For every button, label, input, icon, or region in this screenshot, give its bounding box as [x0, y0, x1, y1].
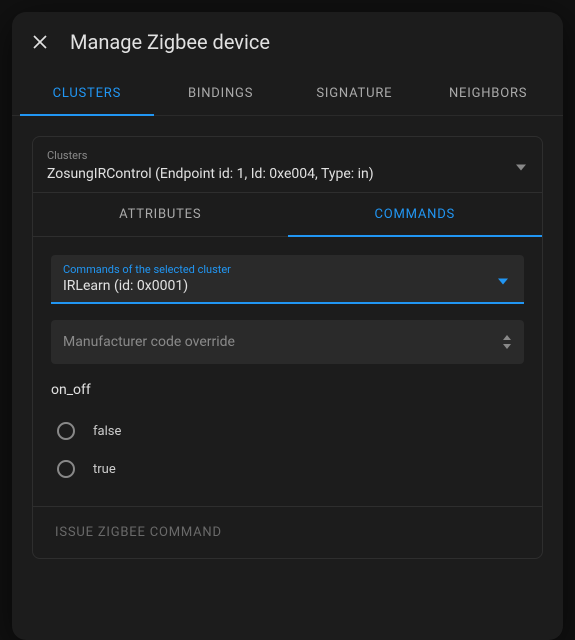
chevron-down-icon [516, 155, 526, 174]
cluster-select-label: Clusters [47, 149, 528, 162]
cluster-select[interactable]: Clusters ZosungIRControl (Endpoint id: 1… [33, 137, 542, 193]
subtab-commands[interactable]: COMMANDS [288, 193, 543, 236]
manage-zigbee-dialog: Manage Zigbee device CLUSTERS BINDINGS S… [12, 12, 563, 640]
chevron-down-icon [498, 269, 508, 288]
cluster-select-value: ZosungIRControl (Endpoint id: 1, Id: 0xe… [47, 166, 528, 182]
radio-icon [57, 460, 75, 478]
close-button[interactable] [28, 30, 52, 54]
command-select[interactable]: Commands of the selected cluster IRLearn… [51, 255, 524, 304]
manufacturer-code-placeholder: Manufacturer code override [63, 334, 512, 350]
sub-tabs: ATTRIBUTES COMMANDS [33, 193, 542, 237]
radio-option-true[interactable]: true [51, 450, 524, 488]
param-name: on_off [51, 382, 524, 398]
tab-signature[interactable]: SIGNATURE [288, 72, 422, 115]
main-tabs: CLUSTERS BINDINGS SIGNATURE NEIGHBORS [12, 72, 563, 116]
subtab-attributes[interactable]: ATTRIBUTES [33, 193, 288, 236]
commands-pane: Commands of the selected cluster IRLearn… [33, 237, 542, 506]
close-icon [31, 33, 49, 51]
radio-label: true [93, 462, 116, 477]
dialog-title: Manage Zigbee device [70, 30, 270, 54]
tab-bindings[interactable]: BINDINGS [154, 72, 288, 115]
number-stepper-icon[interactable] [502, 335, 512, 349]
cluster-panel: Clusters ZosungIRControl (Endpoint id: 1… [32, 136, 543, 559]
issue-command-button[interactable]: ISSUE ZIGBEE COMMAND [33, 506, 542, 558]
tab-clusters[interactable]: CLUSTERS [20, 72, 154, 115]
command-select-value: IRLearn (id: 0x0001) [63, 278, 512, 294]
dialog-header: Manage Zigbee device [12, 12, 563, 72]
tab-neighbors[interactable]: NEIGHBORS [421, 72, 555, 115]
manufacturer-code-input[interactable]: Manufacturer code override [51, 320, 524, 364]
radio-option-false[interactable]: false [51, 412, 524, 450]
radio-icon [57, 422, 75, 440]
dialog-content: Clusters ZosungIRControl (Endpoint id: 1… [12, 116, 563, 640]
radio-label: false [93, 424, 121, 439]
command-select-label: Commands of the selected cluster [63, 263, 512, 276]
